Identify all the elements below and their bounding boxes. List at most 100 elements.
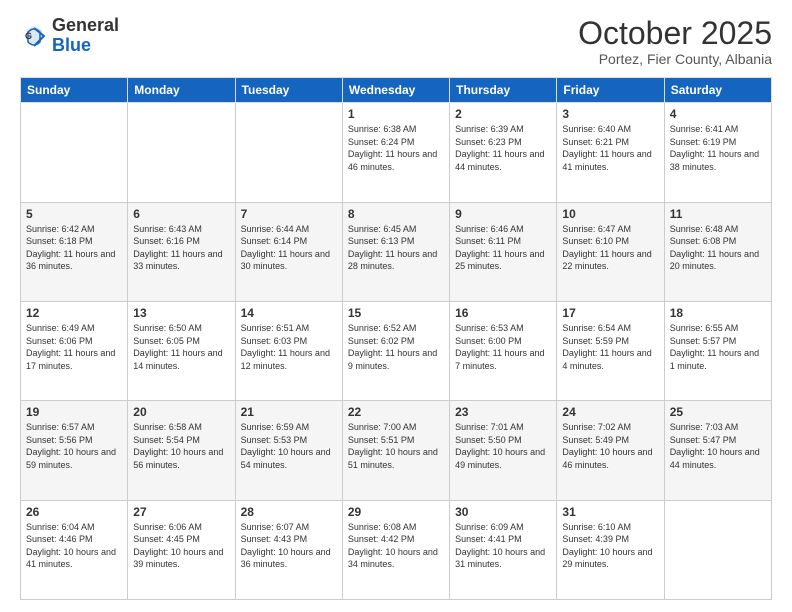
calendar-cell: 29 Sunrise: 6:08 AM Sunset: 4:42 PM Dayli… — [342, 500, 449, 599]
day-header-sunday: Sunday — [21, 78, 128, 103]
calendar-cell: 19 Sunrise: 6:57 AM Sunset: 5:56 PM Dayli… — [21, 401, 128, 500]
day-number: 14 — [241, 306, 337, 320]
day-info: Sunrise: 6:58 AM Sunset: 5:54 PM Dayligh… — [133, 421, 229, 471]
day-info: Sunrise: 6:42 AM Sunset: 6:18 PM Dayligh… — [26, 223, 122, 273]
day-info: Sunrise: 7:03 AM Sunset: 5:47 PM Dayligh… — [670, 421, 766, 471]
day-number: 2 — [455, 107, 551, 121]
day-info: Sunrise: 6:38 AM Sunset: 6:24 PM Dayligh… — [348, 123, 444, 173]
logo: G General Blue — [20, 16, 119, 56]
calendar-cell: 5Sunrise: 6:42 AM Sunset: 6:18 PM Daylig… — [21, 202, 128, 301]
calendar-cell: 27Sunrise: 6:06 AM Sunset: 4:45 PM Dayli… — [128, 500, 235, 599]
calendar-cell: 6Sunrise: 6:43 AM Sunset: 6:16 PM Daylig… — [128, 202, 235, 301]
calendar-cell: 11 Sunrise: 6:48 AM Sunset: 6:08 PM Dayli… — [664, 202, 771, 301]
calendar-cell: 20 Sunrise: 6:58 AM Sunset: 5:54 PM Dayli… — [128, 401, 235, 500]
day-number: 22 — [348, 405, 444, 419]
day-number: 20 — [133, 405, 229, 419]
calendar-cell: 10Sunrise: 6:47 AM Sunset: 6:10 PM Dayli… — [557, 202, 664, 301]
day-header-thursday: Thursday — [450, 78, 557, 103]
day-number: 21 — [241, 405, 337, 419]
day-number: 8 — [348, 207, 444, 221]
day-info: Sunrise: 6:48 AM Sunset: 6:08 PM Dayligh… — [670, 223, 766, 273]
calendar-cell: 21 Sunrise: 6:59 AM Sunset: 5:53 PM Dayli… — [235, 401, 342, 500]
day-number: 9 — [455, 207, 551, 221]
day-number: 7 — [241, 207, 337, 221]
calendar-cell: 30 Sunrise: 6:09 AM Sunset: 4:41 PM Dayli… — [450, 500, 557, 599]
calendar-cell: 1 Sunrise: 6:38 AM Sunset: 6:24 PM Daylig… — [342, 103, 449, 202]
week-row-3: 12Sunrise: 6:49 AM Sunset: 6:06 PM Dayli… — [21, 301, 772, 400]
day-info: Sunrise: 6:54 AM Sunset: 5:59 PM Dayligh… — [562, 322, 658, 372]
week-row-2: 5Sunrise: 6:42 AM Sunset: 6:18 PM Daylig… — [21, 202, 772, 301]
calendar-cell: 2 Sunrise: 6:39 AM Sunset: 6:23 PM Daylig… — [450, 103, 557, 202]
day-info: Sunrise: 6:39 AM Sunset: 6:23 PM Dayligh… — [455, 123, 551, 173]
day-number: 12 — [26, 306, 122, 320]
calendar-cell: 8Sunrise: 6:45 AM Sunset: 6:13 PM Daylig… — [342, 202, 449, 301]
day-info: Sunrise: 6:04 AM Sunset: 4:46 PM Dayligh… — [26, 521, 122, 571]
calendar-cell: 13Sunrise: 6:50 AM Sunset: 6:05 PM Dayli… — [128, 301, 235, 400]
day-info: Sunrise: 6:55 AM Sunset: 5:57 PM Dayligh… — [670, 322, 766, 372]
calendar-cell: 22Sunrise: 7:00 AM Sunset: 5:51 PM Dayli… — [342, 401, 449, 500]
day-info: Sunrise: 6:41 AM Sunset: 6:19 PM Dayligh… — [670, 123, 766, 173]
logo-text-block: General Blue — [52, 16, 119, 56]
day-number: 25 — [670, 405, 766, 419]
svg-text:G: G — [25, 31, 32, 41]
day-number: 4 — [670, 107, 766, 121]
week-row-5: 26 Sunrise: 6:04 AM Sunset: 4:46 PM Dayli… — [21, 500, 772, 599]
header: G General Blue October 2025 Portez, Fier… — [20, 16, 772, 67]
title-block: October 2025 Portez, Fier County, Albani… — [578, 16, 772, 67]
day-number: 29 — [348, 505, 444, 519]
logo-icon: G — [20, 22, 48, 50]
calendar-cell — [235, 103, 342, 202]
calendar-cell — [128, 103, 235, 202]
day-number: 17 — [562, 306, 658, 320]
day-info: Sunrise: 6:06 AM Sunset: 4:45 PM Dayligh… — [133, 521, 229, 571]
calendar-cell: 14Sunrise: 6:51 AM Sunset: 6:03 PM Dayli… — [235, 301, 342, 400]
calendar-cell: 12Sunrise: 6:49 AM Sunset: 6:06 PM Dayli… — [21, 301, 128, 400]
location-subtitle: Portez, Fier County, Albania — [578, 51, 772, 67]
day-info: Sunrise: 6:43 AM Sunset: 6:16 PM Dayligh… — [133, 223, 229, 273]
day-number: 26 — [26, 505, 122, 519]
day-number: 16 — [455, 306, 551, 320]
day-info: Sunrise: 6:50 AM Sunset: 6:05 PM Dayligh… — [133, 322, 229, 372]
day-header-tuesday: Tuesday — [235, 78, 342, 103]
calendar-cell: 26 Sunrise: 6:04 AM Sunset: 4:46 PM Dayli… — [21, 500, 128, 599]
logo-general: General — [52, 15, 119, 35]
calendar-cell: 3Sunrise: 6:40 AM Sunset: 6:21 PM Daylig… — [557, 103, 664, 202]
day-info: Sunrise: 6:08 AM Sunset: 4:42 PM Dayligh… — [348, 521, 444, 571]
calendar: SundayMondayTuesdayWednesdayThursdayFrid… — [20, 77, 772, 600]
calendar-header: SundayMondayTuesdayWednesdayThursdayFrid… — [21, 78, 772, 103]
calendar-cell: 23 Sunrise: 7:01 AM Sunset: 5:50 PM Dayli… — [450, 401, 557, 500]
day-info: Sunrise: 6:09 AM Sunset: 4:41 PM Dayligh… — [455, 521, 551, 571]
day-number: 11 — [670, 207, 766, 221]
calendar-cell: 28 Sunrise: 6:07 AM Sunset: 4:43 PM Dayli… — [235, 500, 342, 599]
logo-blue: Blue — [52, 35, 91, 55]
day-info: Sunrise: 6:53 AM Sunset: 6:00 PM Dayligh… — [455, 322, 551, 372]
day-number: 30 — [455, 505, 551, 519]
day-number: 28 — [241, 505, 337, 519]
day-info: Sunrise: 6:47 AM Sunset: 6:10 PM Dayligh… — [562, 223, 658, 273]
day-info: Sunrise: 6:10 AM Sunset: 4:39 PM Dayligh… — [562, 521, 658, 571]
day-header-monday: Monday — [128, 78, 235, 103]
day-header-friday: Friday — [557, 78, 664, 103]
day-number: 1 — [348, 107, 444, 121]
day-info: Sunrise: 6:07 AM Sunset: 4:43 PM Dayligh… — [241, 521, 337, 571]
day-number: 23 — [455, 405, 551, 419]
day-info: Sunrise: 6:44 AM Sunset: 6:14 PM Dayligh… — [241, 223, 337, 273]
calendar-cell — [21, 103, 128, 202]
day-number: 19 — [26, 405, 122, 419]
day-info: Sunrise: 6:46 AM Sunset: 6:11 PM Dayligh… — [455, 223, 551, 273]
page: G General Blue October 2025 Portez, Fier… — [0, 0, 792, 612]
day-info: Sunrise: 6:40 AM Sunset: 6:21 PM Dayligh… — [562, 123, 658, 173]
calendar-cell: 25 Sunrise: 7:03 AM Sunset: 5:47 PM Dayli… — [664, 401, 771, 500]
day-info: Sunrise: 6:57 AM Sunset: 5:56 PM Dayligh… — [26, 421, 122, 471]
day-info: Sunrise: 6:59 AM Sunset: 5:53 PM Dayligh… — [241, 421, 337, 471]
day-number: 18 — [670, 306, 766, 320]
calendar-cell: 24Sunrise: 7:02 AM Sunset: 5:49 PM Dayli… — [557, 401, 664, 500]
calendar-cell: 15Sunrise: 6:52 AM Sunset: 6:02 PM Dayli… — [342, 301, 449, 400]
day-header-wednesday: Wednesday — [342, 78, 449, 103]
calendar-cell: 7 Sunrise: 6:44 AM Sunset: 6:14 PM Daylig… — [235, 202, 342, 301]
calendar-cell — [664, 500, 771, 599]
day-info: Sunrise: 7:01 AM Sunset: 5:50 PM Dayligh… — [455, 421, 551, 471]
calendar-cell: 17 Sunrise: 6:54 AM Sunset: 5:59 PM Dayli… — [557, 301, 664, 400]
calendar-body: 1 Sunrise: 6:38 AM Sunset: 6:24 PM Daylig… — [21, 103, 772, 600]
day-info: Sunrise: 7:02 AM Sunset: 5:49 PM Dayligh… — [562, 421, 658, 471]
